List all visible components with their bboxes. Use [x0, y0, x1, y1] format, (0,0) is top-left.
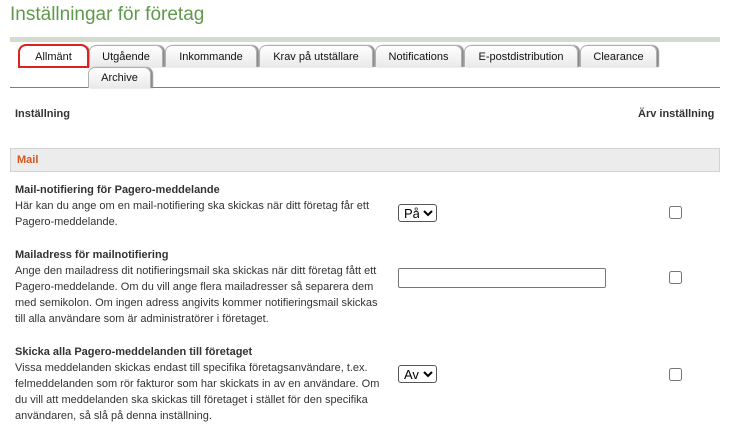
page-title: Inställningar för företag	[10, 4, 205, 25]
setting-description: Här kan du ange om en mail-notifiering s…	[15, 200, 370, 228]
column-header-setting: Inställning	[15, 108, 70, 120]
tab-notifications[interactable]: Notifications	[375, 45, 462, 67]
setting-mail-address: Mailadress för mailnotifiering Ange den …	[15, 248, 385, 327]
inherit-checkbox-send-all-messages[interactable]	[669, 368, 682, 381]
send-all-messages-select[interactable]: Av	[398, 365, 437, 383]
setting-description: Vissa meddelanden skickas endast till sp…	[15, 362, 380, 422]
tab-krav-pa-utstallare[interactable]: Krav på utställare	[259, 45, 373, 67]
setting-title: Mailadress för mailnotifiering	[15, 249, 169, 261]
setting-title: Skicka alla Pagero-meddelanden till före…	[15, 346, 253, 358]
setting-title: Mail-notifiering för Pagero-meddelande	[15, 184, 220, 196]
column-header-inherit: Ärv inställning	[638, 108, 715, 120]
section-header-mail: Mail	[10, 148, 720, 172]
mail-notification-select[interactable]: På	[398, 204, 437, 222]
tab-allmant[interactable]: Allmänt	[18, 44, 89, 68]
setting-mail-notification: Mail-notifiering för Pagero-meddelande H…	[15, 183, 385, 230]
setting-description: Ange den mailadress dit notifieringsmail…	[15, 265, 378, 325]
tab-clearance[interactable]: Clearance	[580, 45, 657, 67]
tab-bar: Allmänt Utgående Inkommande Krav på utst…	[10, 42, 720, 88]
tab-archive[interactable]: Archive	[88, 67, 151, 88]
mail-address-input[interactable]	[398, 268, 606, 288]
tab-utgaende[interactable]: Utgående	[89, 45, 163, 67]
setting-send-all-messages: Skicka alla Pagero-meddelanden till före…	[15, 345, 385, 424]
tab-e-postdistribution[interactable]: E-postdistribution	[464, 45, 578, 67]
tab-inkommande[interactable]: Inkommande	[165, 45, 257, 67]
inherit-checkbox-mail-address[interactable]	[669, 271, 682, 284]
inherit-checkbox-mail-notification[interactable]	[669, 206, 682, 219]
